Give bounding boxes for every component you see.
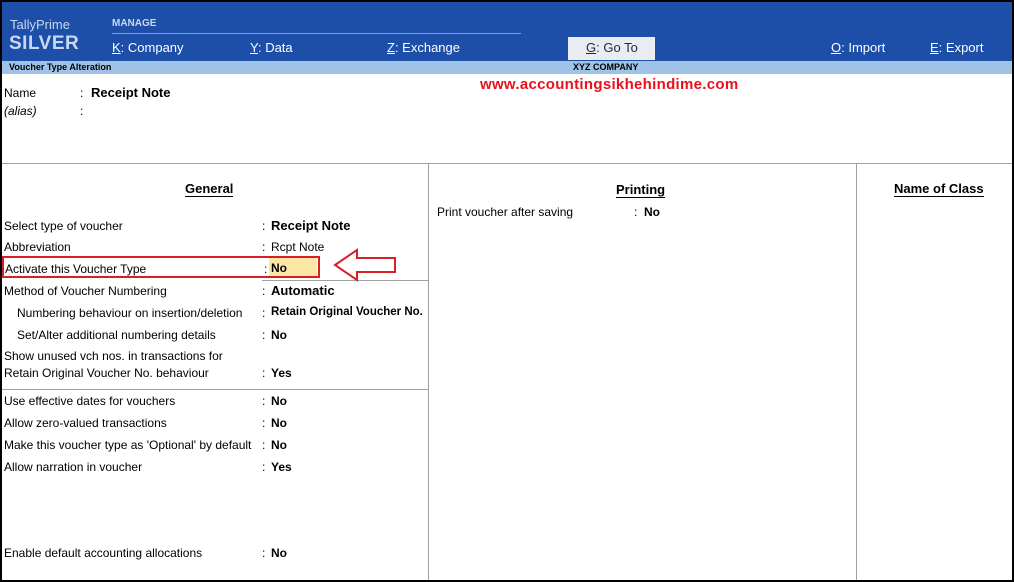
menu-label: : Data xyxy=(257,40,293,55)
brand-name: TallyPrime xyxy=(10,17,70,32)
menu-label: : Company xyxy=(120,40,184,55)
alias-field[interactable] xyxy=(91,104,291,118)
row-label: Enable default accounting allocations xyxy=(4,546,203,560)
abbreviation-field[interactable]: Rcpt Note xyxy=(271,240,324,254)
effective-dates-field[interactable]: No xyxy=(271,394,287,408)
annotation-arrow-icon xyxy=(333,248,396,282)
row-label: Make this voucher type as 'Optional' by … xyxy=(4,438,252,452)
row-label: Abbreviation xyxy=(4,240,71,254)
optional-default-field[interactable]: No xyxy=(271,438,287,452)
row-label: Numbering behaviour on insertion/deletio… xyxy=(17,306,243,320)
row-label: Select type of voucher xyxy=(4,219,123,233)
shortcut-key: G xyxy=(586,40,597,55)
column-divider-1 xyxy=(428,163,429,580)
row-colon: : xyxy=(262,438,266,452)
activate-voucher-field[interactable]: No xyxy=(271,261,287,275)
shortcut-key: K xyxy=(112,40,121,55)
row-colon: : xyxy=(262,284,266,298)
group-divider-2 xyxy=(2,389,428,390)
shortcut-key: Z xyxy=(387,40,395,55)
brand-edition: SILVER xyxy=(9,33,80,54)
row-label: Show unused vch nos. in transactions for xyxy=(4,349,223,363)
row-colon: : xyxy=(262,328,266,342)
voucher-type-field[interactable]: Receipt Note xyxy=(271,218,350,233)
name-label: Name xyxy=(4,86,37,100)
row-label: Activate this Voucher Type xyxy=(5,262,147,276)
printing-heading: Printing xyxy=(616,182,666,198)
menu-goto[interactable]: G: Go To xyxy=(568,37,655,60)
row-label: Allow narration in voucher xyxy=(4,460,143,474)
row-label: Use effective dates for vouchers xyxy=(4,394,176,408)
menu-company[interactable]: K: Company xyxy=(112,40,184,55)
row-colon: : xyxy=(262,240,266,254)
column-divider-2 xyxy=(856,163,857,580)
numbering-method-field[interactable]: Automatic xyxy=(271,283,335,298)
row-label: Retain Original Voucher No. behaviour xyxy=(4,366,209,380)
row-label: Method of Voucher Numbering xyxy=(4,284,167,298)
menu-label: : Exchange xyxy=(394,40,460,55)
watermark-url: www.accountingsikhehindime.com xyxy=(480,76,739,93)
alias-colon: : xyxy=(80,104,84,118)
row-colon: : xyxy=(262,306,266,320)
general-heading: General xyxy=(185,181,234,197)
row-label: Print voucher after saving xyxy=(437,205,574,219)
menu-import[interactable]: O: Import xyxy=(831,40,885,55)
header-divider xyxy=(2,163,1012,164)
default-allocations-field[interactable]: No xyxy=(271,546,287,560)
additional-numbering-field[interactable]: No xyxy=(271,328,287,342)
zero-valued-field[interactable]: No xyxy=(271,416,287,430)
menu-exchange[interactable]: Z: Exchange xyxy=(387,40,460,55)
section-divider xyxy=(112,33,521,34)
row-colon: : xyxy=(264,262,268,276)
row-colon: : xyxy=(262,366,266,380)
row-label: Allow zero-valued transactions xyxy=(4,416,167,430)
numbering-behaviour-field[interactable]: Retain Original Voucher No. xyxy=(271,306,423,318)
screen-title: Voucher Type Alteration xyxy=(9,62,112,72)
shortcut-key: Y xyxy=(250,40,258,55)
row-label: Set/Alter additional numbering details xyxy=(17,328,216,342)
alias-label: (alias) xyxy=(4,104,37,118)
row-colon: : xyxy=(262,460,266,474)
row-colon: : xyxy=(262,219,266,233)
name-colon: : xyxy=(80,86,84,100)
row-colon: : xyxy=(262,394,266,408)
class-heading: Name of Class xyxy=(894,181,984,197)
shortcut-key: E xyxy=(930,40,939,55)
menu-label: : Import xyxy=(841,40,886,55)
screen-title-bar: Voucher Type Alteration XYZ COMPANY xyxy=(0,61,1014,74)
show-unused-field[interactable]: Yes xyxy=(271,366,292,380)
section-label: MANAGE xyxy=(112,18,157,29)
print-after-saving-field[interactable]: No xyxy=(644,205,660,219)
row-colon: : xyxy=(634,205,638,219)
shortcut-key: O xyxy=(831,40,842,55)
menu-export[interactable]: E: Export xyxy=(930,40,983,55)
company-name: XYZ COMPANY xyxy=(573,62,639,72)
row-colon: : xyxy=(262,416,266,430)
menu-label: : Export xyxy=(938,40,984,55)
narration-field[interactable]: Yes xyxy=(271,460,292,474)
menu-label: : Go To xyxy=(596,40,638,55)
top-bar: TallyPrime SILVER MANAGE K: Company Y: D… xyxy=(0,0,1014,61)
row-colon: : xyxy=(262,546,266,560)
menu-data[interactable]: Y: Data xyxy=(250,40,293,55)
name-field[interactable]: Receipt Note xyxy=(91,85,170,100)
